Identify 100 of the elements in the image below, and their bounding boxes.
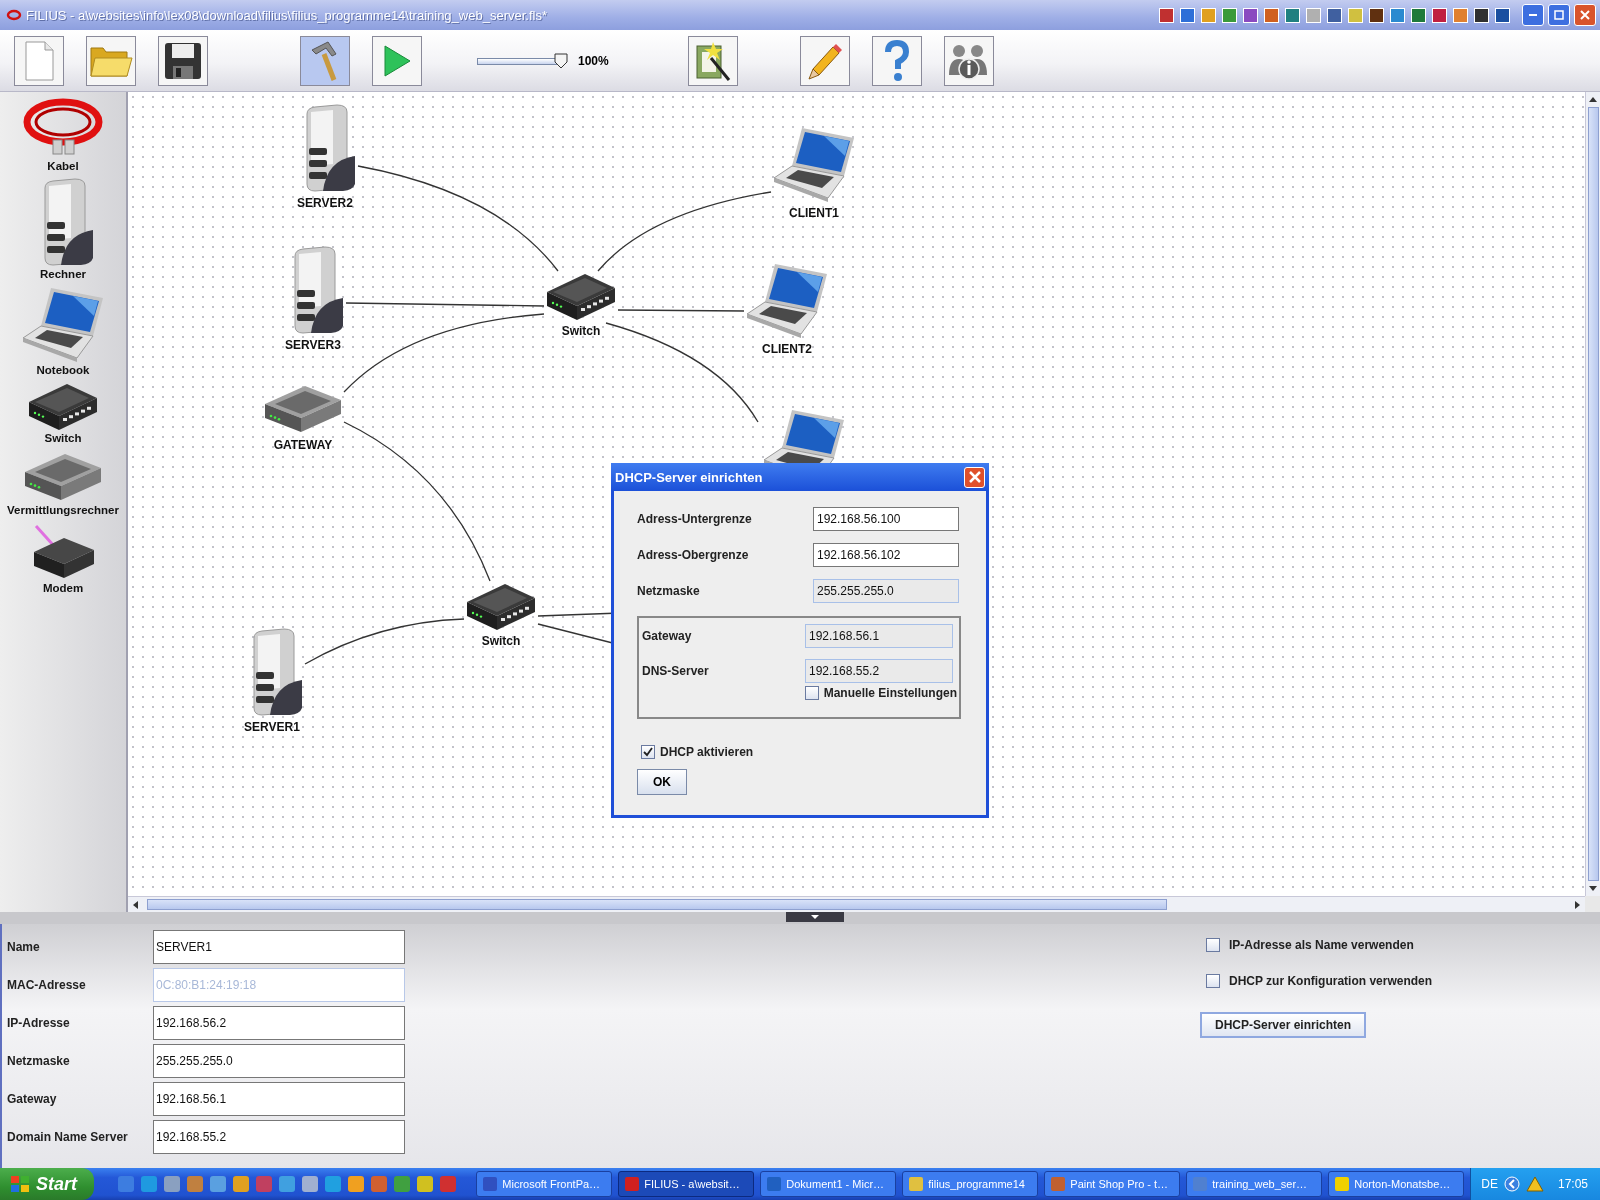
arrow-right-icon[interactable] [1574,899,1582,910]
taskbar-button[interactable]: Microsoft FrontPa… [476,1171,613,1197]
field-label: Adress-Obergrenze [637,548,750,562]
dhcp-server-button[interactable]: DHCP-Server einrichten [1200,1012,1366,1038]
node-label: CLIENT2 [762,342,812,356]
app-icon [625,1177,640,1191]
toolbar-button[interactable] [687,35,738,86]
input-field[interactable]: 192.168.56.100 [813,507,959,531]
cable-line[interactable] [617,309,745,312]
window-title: FILIUS - a\websites\info\lex08\download\filius\filius_programme14\training_web_server.fls* [26,7,548,23]
windows-logo-icon [10,1175,30,1193]
dialog-title: DHCP-Server einrichten [615,469,763,485]
scrollbar-thumb[interactable] [1587,107,1599,881]
node-label: SERVER1 [244,720,300,734]
palette-label: Kabel [47,160,79,172]
checkbox-label: IP-Adresse als Name verwenden [1229,938,1414,952]
palette-label: Rechner [40,268,86,280]
node-label: CLIENT1 [789,206,839,220]
field-label: Gateway [7,1092,58,1106]
laptop-icon[interactable] [21,286,105,364]
toolbar-button[interactable] [943,35,994,86]
chevron-left-icon[interactable] [1503,1176,1520,1192]
checkbox-label: DHCP zur Konfiguration verwenden [1229,974,1433,988]
ok-button[interactable]: OK [637,769,687,795]
clock: 17:05 [1557,1177,1588,1191]
laptop-icon[interactable] [772,126,856,204]
node-label: SERVER3 [285,338,341,352]
app-icon[interactable] [1369,7,1384,23]
taskbar-button[interactable]: Dokument1 - Micr… [760,1171,897,1197]
node-label: Switch [481,634,521,648]
arrow-left-icon[interactable] [131,899,139,910]
app-icon [1335,1177,1350,1191]
taskbar-button[interactable]: filius_programme14 [902,1171,1039,1197]
close-button[interactable] [964,466,985,488]
collapse-handle[interactable] [786,912,844,922]
field-label: Gateway [642,629,693,643]
field-label: DNS-Server [642,664,710,678]
scrollbar-thumb[interactable] [147,899,1167,910]
checkbox[interactable] [1206,938,1220,952]
field-label: Adress-Untergrenze [637,512,753,526]
new-document-icon [23,40,55,81]
field-label: Name [7,940,41,954]
cable-line[interactable] [345,302,545,307]
laptop-icon[interactable] [745,262,829,340]
palette-label: Switch [44,432,82,444]
close-icon [968,471,981,483]
checkbox-label: Manuelle Einstellungen [823,686,957,700]
close-button[interactable] [1574,4,1596,26]
input-field[interactable]: 192.168.56.2 [153,1006,405,1040]
play-icon [382,43,412,78]
app-icon[interactable] [1159,7,1174,23]
node-label: Switch [561,324,601,338]
warning-icon[interactable] [1525,1176,1544,1192]
checkbox[interactable] [1206,974,1220,988]
switch-icon[interactable] [27,382,99,432]
close-icon [1580,10,1590,20]
app-icon[interactable] [1432,7,1447,23]
minimize-button[interactable] [1522,4,1544,26]
help-icon [882,39,911,82]
horizontal-scrollbar[interactable] [128,896,1585,912]
start-button[interactable]: Start [0,1168,95,1200]
palette-label: Vermittlungsrechner [7,504,119,516]
maximize-button[interactable] [1548,4,1570,26]
taskbar-button[interactable]: FILIUS - a\websit… [618,1171,755,1197]
minimize-icon [1529,14,1537,16]
input-field[interactable]: 255.255.255.0 [153,1044,405,1078]
node-label: SERVER2 [297,196,353,210]
app-icon[interactable] [1327,7,1342,23]
app-icon [1051,1177,1066,1191]
taskbar-button[interactable]: Paint Shop Pro - t… [1044,1171,1181,1197]
caret-down-icon [810,914,820,920]
input-field[interactable]: 192.168.56.102 [813,543,959,567]
palette-label: Modem [42,582,84,594]
arrow-up-icon[interactable] [1588,95,1598,103]
cable-icon [6,9,22,21]
arrow-down-icon[interactable] [1588,885,1598,893]
app-icon[interactable] [1474,7,1489,23]
app-icon [1193,1177,1208,1191]
checkbox[interactable] [804,686,819,700]
taskbar-button[interactable]: Norton-Monatsbe… [1328,1171,1465,1197]
taskbar-button[interactable]: training_web_ser… [1186,1171,1323,1197]
toolbar-button[interactable] [158,35,208,86]
app-icon[interactable] [1495,7,1510,23]
zoom-value: 100% [578,53,609,68]
field-label: Netzmaske [637,584,701,598]
input-field[interactable]: 192.168.55.2 [153,1120,405,1154]
field-label: MAC-Adresse [7,978,87,992]
field-label: Netzmaske [7,1054,71,1068]
vertical-scrollbar[interactable] [1585,92,1600,896]
checkbox[interactable] [641,745,655,759]
switch-icon[interactable] [545,272,617,322]
switch-icon[interactable] [465,582,537,632]
input-field[interactable]: 192.168.56.1 [153,1082,405,1116]
cable-line[interactable] [304,618,465,665]
slider-thumb[interactable] [554,52,568,69]
field-label: Domain Name Server [7,1130,129,1144]
maximize-icon [1554,10,1564,20]
checkbox-label: DHCP aktivieren [660,745,754,759]
input-field[interactable]: SERVER1 [153,930,405,964]
app-icon [767,1177,782,1191]
